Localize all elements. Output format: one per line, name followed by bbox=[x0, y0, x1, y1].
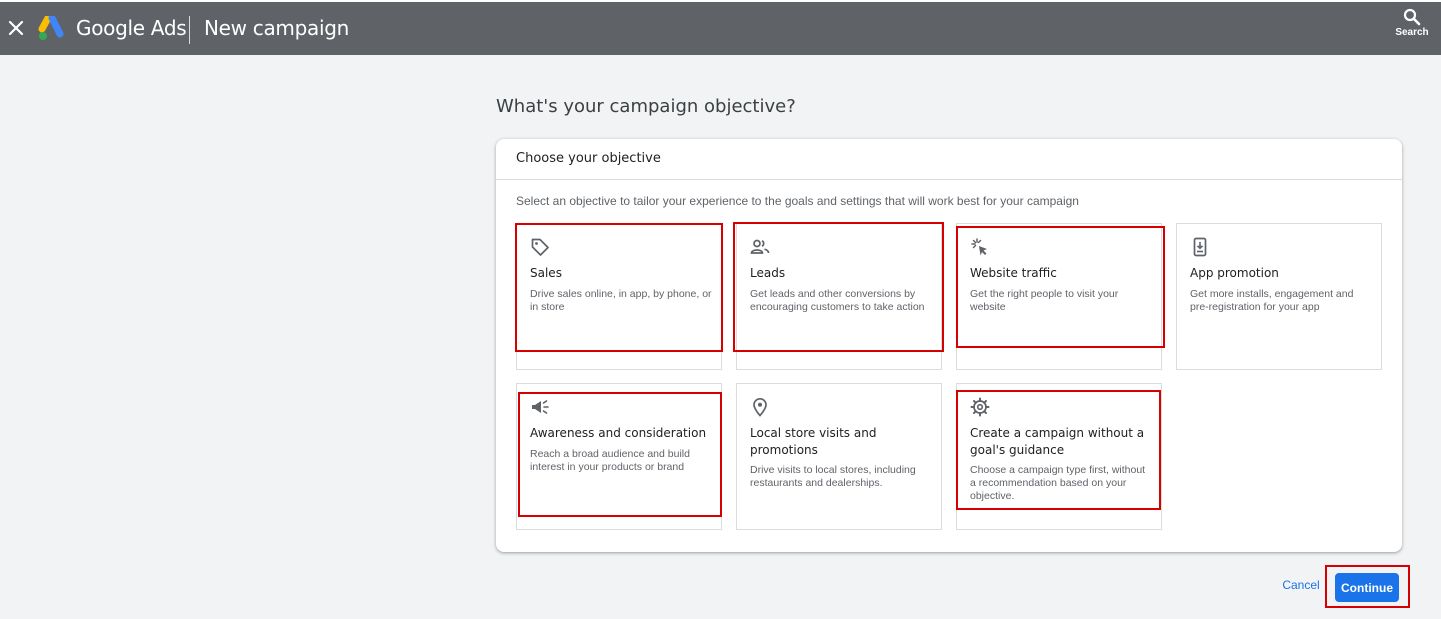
objective-tile-leads[interactable]: Leads Get leads and other conversions by… bbox=[736, 223, 942, 370]
google-ads-logo-icon bbox=[38, 16, 64, 40]
tile-title: Website traffic bbox=[970, 266, 1057, 280]
cancel-button[interactable]: Cancel bbox=[1277, 578, 1325, 596]
objective-tile-local-store[interactable]: Local store visits and promotions Drive … bbox=[736, 383, 942, 530]
tile-description: Get more installs, engagement and pre-re… bbox=[1190, 288, 1354, 313]
objective-tile-sales[interactable]: Sales Drive sales online, in app, by pho… bbox=[516, 223, 722, 370]
close-icon bbox=[9, 21, 23, 35]
tile-title: Leads bbox=[750, 266, 786, 280]
close-button[interactable] bbox=[6, 18, 26, 38]
tile-description: Drive sales online, in app, by phone, or… bbox=[530, 288, 712, 313]
objective-tile-no-goal[interactable]: Create a campaign without a goal's guida… bbox=[956, 383, 1162, 530]
tile-title: Local store visits and promotions bbox=[750, 426, 877, 457]
objective-tile-app-promotion[interactable]: App promotion Get more installs, engagem… bbox=[1176, 223, 1382, 370]
brand-name: Google Ads bbox=[76, 16, 187, 40]
gear-icon bbox=[970, 397, 990, 417]
tile-title: Awareness and consideration bbox=[530, 426, 707, 440]
card-description: Select an objective to tailor your exper… bbox=[516, 194, 1079, 208]
tile-title: Sales bbox=[530, 266, 562, 280]
search-label: Search bbox=[1395, 27, 1429, 38]
tile-title: App promotion bbox=[1190, 266, 1279, 280]
tile-title: Create a campaign without a goal's guida… bbox=[970, 426, 1145, 457]
cursor-click-icon bbox=[971, 238, 987, 256]
location-pin-icon bbox=[753, 397, 767, 417]
topbar-divider bbox=[189, 16, 190, 44]
tile-description: Drive visits to local stores, including … bbox=[750, 464, 916, 489]
page-title: New campaign bbox=[204, 16, 349, 40]
megaphone-icon bbox=[532, 400, 549, 414]
people-icon bbox=[750, 239, 770, 254]
search-button[interactable]: Search bbox=[1392, 8, 1432, 48]
tile-description: Get the right people to visit your websi… bbox=[970, 288, 1119, 313]
top-app-bar: Google Ads New campaign Search bbox=[0, 0, 1441, 55]
tile-description: Reach a broad audience and build interes… bbox=[530, 448, 690, 473]
objective-heading: What's your campaign objective? bbox=[496, 96, 796, 117]
phone-download-icon bbox=[1193, 237, 1207, 257]
objective-tile-awareness[interactable]: Awareness and consideration Reach a broa… bbox=[516, 383, 722, 530]
tag-icon bbox=[531, 238, 549, 256]
objective-card: Choose your objective Select an objectiv… bbox=[496, 139, 1402, 552]
continue-button[interactable]: Continue bbox=[1335, 573, 1399, 602]
tile-description: Get leads and other conversions by encou… bbox=[750, 288, 925, 313]
search-icon bbox=[1403, 8, 1421, 26]
tile-description: Choose a campaign type first, without a … bbox=[970, 464, 1146, 502]
objective-tile-website-traffic[interactable]: Website traffic Get the right people to … bbox=[956, 223, 1162, 370]
card-header: Choose your objective bbox=[496, 139, 1402, 180]
